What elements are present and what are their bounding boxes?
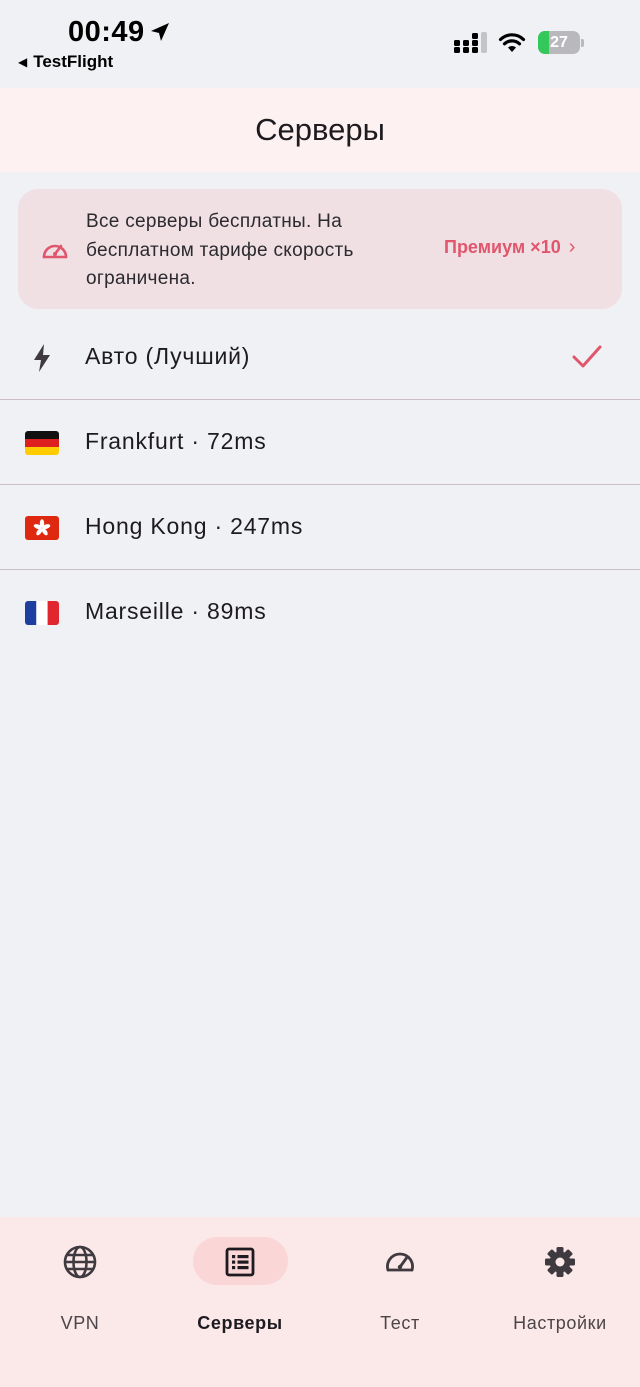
speedometer-icon <box>42 244 68 259</box>
nav-item-vpn[interactable]: VPN <box>0 1237 160 1347</box>
server-row-hong-kong[interactable]: Hong Kong · 247ms <box>0 485 640 570</box>
premium-upgrade-link[interactable]: Премиум ×10 › <box>444 236 575 259</box>
server-label: Frankfurt · 72ms <box>85 428 267 454</box>
free-tier-banner: Все серверы бесплатны. На бесплатном тар… <box>18 189 622 309</box>
bottom-navigation: VPN Серверы Тест Настройки <box>0 1217 640 1387</box>
page-title: Серверы <box>255 112 385 147</box>
server-label: Hong Kong · 247ms <box>85 513 304 539</box>
flag-de-icon <box>25 431 59 455</box>
server-list: Авто (Лучший) Frankfurt · 72ms Hong Kong… <box>0 315 640 655</box>
bolt-icon <box>34 344 50 372</box>
cellular-signal-icon <box>454 32 487 53</box>
server-label: Авто (Лучший) <box>85 343 251 369</box>
premium-link-label: Премиум ×10 <box>444 237 561 257</box>
gear-icon <box>545 1247 575 1277</box>
nav-label: Тест <box>380 1313 420 1333</box>
chevron-right-icon: › <box>568 236 576 258</box>
server-label: Marseille · 89ms <box>85 598 267 624</box>
nav-label: Серверы <box>197 1313 283 1333</box>
nav-label: Настройки <box>513 1313 607 1333</box>
wifi-icon <box>498 33 526 52</box>
status-bar: 00:49 ◀ TestFlight 27 <box>0 0 640 88</box>
nav-item-servers[interactable]: Серверы <box>160 1237 320 1347</box>
flag-hk-icon <box>25 516 59 540</box>
nav-label: VPN <box>60 1313 100 1333</box>
back-triangle-icon: ◀ <box>18 55 28 69</box>
back-link-label: TestFlight <box>33 52 114 71</box>
app-bar: Серверы <box>0 88 640 172</box>
server-row-frankfurt[interactable]: Frankfurt · 72ms <box>0 400 640 485</box>
server-row-marseille[interactable]: Marseille · 89ms <box>0 570 640 655</box>
globe-icon <box>63 1245 97 1279</box>
server-row-auto[interactable]: Авто (Лучший) <box>0 315 640 400</box>
nav-item-test[interactable]: Тест <box>320 1237 480 1347</box>
speedometer-icon <box>386 1252 414 1272</box>
battery-icon: 27 <box>538 31 584 54</box>
banner-text: Все серверы бесплатны. На бесплатном тар… <box>86 211 354 289</box>
checkmark-icon <box>572 345 602 368</box>
location-arrow-icon <box>151 23 169 41</box>
back-to-testflight-link[interactable]: ◀ TestFlight <box>18 52 113 72</box>
list-icon <box>225 1247 255 1277</box>
status-time: 00:49 <box>68 16 145 48</box>
flag-fr-icon <box>25 601 59 625</box>
nav-item-settings[interactable]: Настройки <box>480 1237 640 1347</box>
battery-level: 27 <box>550 34 568 51</box>
